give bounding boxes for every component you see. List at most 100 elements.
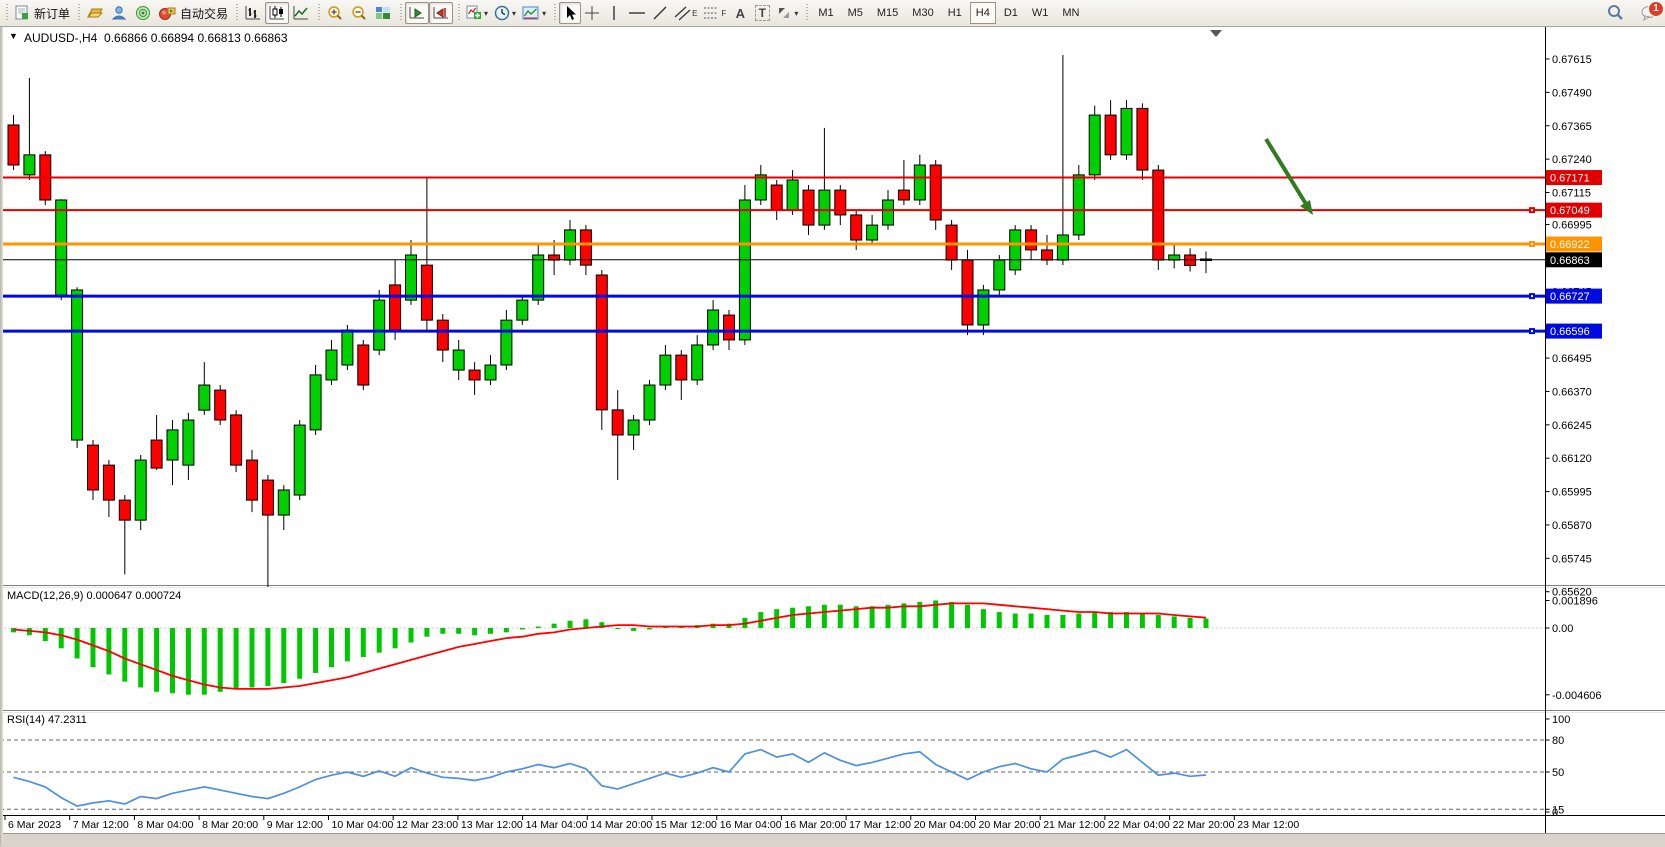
macd-histogram-bar xyxy=(345,628,350,661)
macd-histogram-bar xyxy=(297,628,302,679)
candlestick-chart-button[interactable] xyxy=(265,2,289,24)
candle-body-up xyxy=(517,300,528,320)
candle-body-down xyxy=(1153,170,1164,260)
timeframe-button-W1[interactable]: W1 xyxy=(1026,2,1055,24)
fibonacci-icon xyxy=(703,5,721,21)
macd-histogram-bar xyxy=(186,628,191,695)
zoom-in-icon xyxy=(326,5,344,22)
profile-button[interactable] xyxy=(107,2,131,24)
text-button[interactable]: A xyxy=(729,2,751,24)
candle-body-up xyxy=(24,155,35,175)
line-chart-button[interactable] xyxy=(289,2,313,24)
indicators-button[interactable]: ▾ xyxy=(463,2,491,24)
clock-icon xyxy=(494,5,510,21)
arrows-dropdown-arrow[interactable]: ▾ xyxy=(794,9,798,18)
price-axis-label: 0.66495 xyxy=(1552,353,1592,365)
timeframe-button-M5[interactable]: M5 xyxy=(842,2,869,24)
candle-body-down xyxy=(88,445,99,490)
macd-histogram-bar xyxy=(1204,619,1209,628)
chart-shift-button[interactable] xyxy=(429,2,453,24)
line-price-label: 0.67049 xyxy=(1550,205,1590,217)
candle-body-up xyxy=(183,420,194,465)
time-axis-label: 10 Mar 04:00 xyxy=(332,819,394,831)
arrows-button[interactable]: ▾ xyxy=(773,2,801,24)
macd-histogram-bar xyxy=(568,621,573,628)
macd-histogram-bar xyxy=(488,628,493,634)
equidistant-channel-button[interactable]: E xyxy=(671,2,700,24)
macd-histogram-bar xyxy=(1060,615,1065,628)
macd-histogram-bar xyxy=(329,628,334,667)
new-order-button[interactable]: 新订单 xyxy=(11,2,73,24)
periods-button[interactable]: ▾ xyxy=(491,2,519,24)
templates-dropdown-arrow[interactable]: ▾ xyxy=(542,9,546,18)
time-axis-label: 17 Mar 12:00 xyxy=(849,819,911,831)
candle-body-up xyxy=(326,350,337,380)
autoscroll-button[interactable] xyxy=(405,2,429,24)
macd-histogram-bar xyxy=(1124,612,1129,628)
macd-axis-label: -0.004606 xyxy=(1552,690,1602,702)
price-axis-label: 0.65995 xyxy=(1552,487,1592,499)
templates-button[interactable]: ▾ xyxy=(519,2,549,24)
zoom-in-button[interactable] xyxy=(323,2,347,24)
search-button[interactable] xyxy=(1603,2,1627,24)
timeframe-button-MN[interactable]: MN xyxy=(1056,2,1085,24)
macd-histogram-bar xyxy=(1188,618,1193,628)
candle-body-up xyxy=(994,260,1005,290)
fibonacci-button[interactable]: F xyxy=(700,2,729,24)
tile-windows-button[interactable] xyxy=(371,2,395,24)
notification-badge: 1 xyxy=(1648,1,1664,17)
zoom-out-button[interactable] xyxy=(347,2,371,24)
timeframe-button-H4[interactable]: H4 xyxy=(970,2,996,24)
crosshair-button[interactable] xyxy=(581,2,603,24)
time-axis-label: 22 Mar 20:00 xyxy=(1173,819,1235,831)
candle-body-down xyxy=(835,190,846,215)
candle-body-down xyxy=(962,260,973,325)
cursor-button[interactable] xyxy=(559,2,581,24)
macd-histogram-bar xyxy=(583,619,588,628)
candle-body-up xyxy=(692,345,703,380)
timeframe-button-M30[interactable]: M30 xyxy=(906,2,939,24)
line-handle-dot xyxy=(1531,243,1533,245)
notifications-button[interactable]: 1 xyxy=(1637,3,1659,23)
text-tool-letter: A xyxy=(736,6,745,21)
timeframe-button-M15[interactable]: M15 xyxy=(871,2,904,24)
candle-body-down xyxy=(437,320,448,350)
trendline-button[interactable] xyxy=(649,2,671,24)
macd-histogram-bar xyxy=(806,606,811,628)
crosshair-icon xyxy=(584,5,600,21)
vertical-line-button[interactable] xyxy=(603,2,625,24)
signals-button[interactable] xyxy=(131,2,155,24)
macd-histogram-bar xyxy=(1013,614,1018,629)
bar-chart-button[interactable] xyxy=(241,2,265,24)
price-axis-label: 0.67115 xyxy=(1552,188,1591,200)
candle-body-up xyxy=(453,350,464,370)
search-icon xyxy=(1606,4,1624,22)
periods-dropdown-arrow[interactable]: ▾ xyxy=(512,9,516,18)
macd-histogram-bar xyxy=(170,628,175,693)
timeframe-button-D1[interactable]: D1 xyxy=(998,2,1024,24)
line-chart-icon xyxy=(292,5,310,21)
chart-title-symbol: AUDUSD-,H4 xyxy=(24,31,97,45)
indicators-dropdown-arrow[interactable]: ▾ xyxy=(484,9,488,18)
new-chart-button[interactable] xyxy=(83,2,107,24)
macd-histogram-bar xyxy=(59,628,64,648)
macd-histogram-bar xyxy=(504,628,509,632)
line-price-label: 0.66596 xyxy=(1550,326,1590,338)
chart-canvas[interactable]: 0.676150.674900.673650.672400.671150.669… xyxy=(0,0,1665,846)
candle-body-down xyxy=(724,315,735,340)
chart-menu-arrow[interactable]: ▼ xyxy=(9,31,18,41)
zoom-out-icon xyxy=(350,5,368,22)
horizontal-line-button[interactable] xyxy=(625,2,649,24)
candle-body-up xyxy=(294,425,305,495)
indicators-add-icon xyxy=(466,5,482,21)
autotrading-button[interactable]: 自动交易 xyxy=(155,2,231,24)
text-label-button[interactable]: T xyxy=(751,2,773,24)
candle-body-down xyxy=(358,345,369,385)
tile-windows-icon xyxy=(374,5,392,21)
timeframe-button-M1[interactable]: M1 xyxy=(812,2,839,24)
line-price-label: 0.66922 xyxy=(1550,239,1590,251)
toolbar-group-apps: 自动交易 xyxy=(76,1,234,25)
macd-axis-label: 0.00 xyxy=(1552,623,1573,635)
toolbar-right: 1 xyxy=(1603,2,1659,24)
timeframe-button-H1[interactable]: H1 xyxy=(942,2,968,24)
